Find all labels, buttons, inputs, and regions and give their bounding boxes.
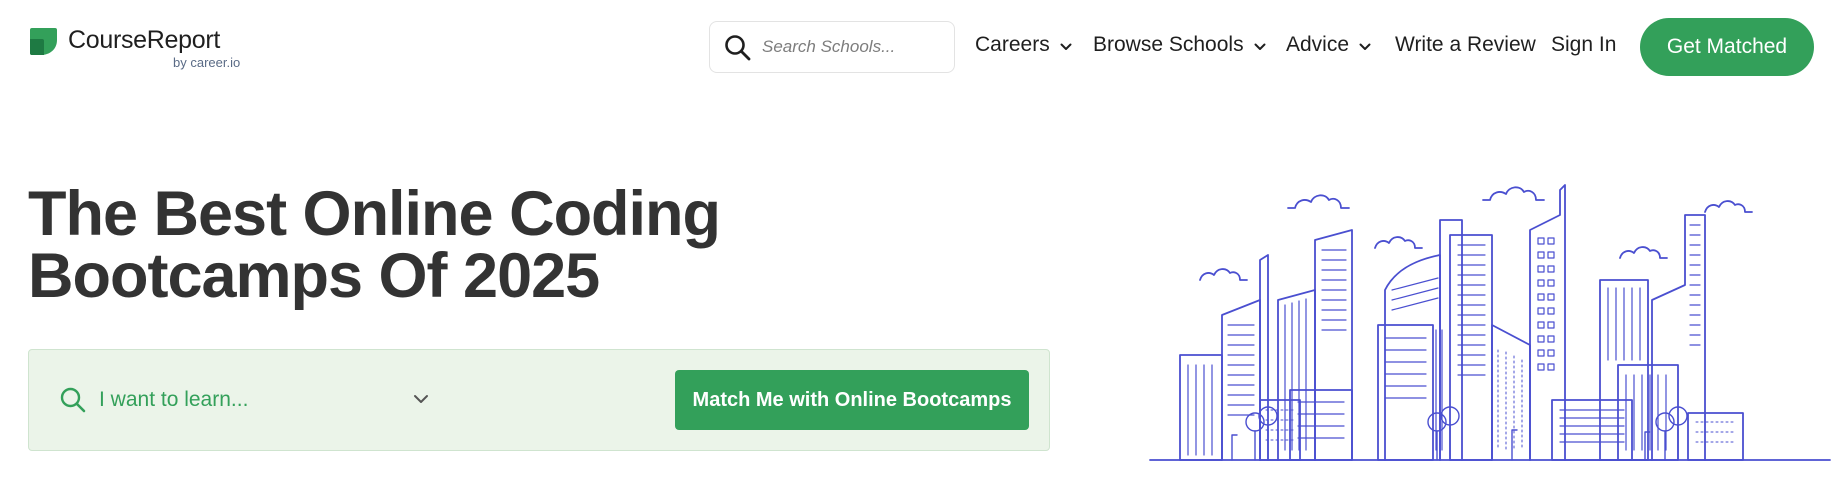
nav-write-review-label: Write a Review bbox=[1395, 33, 1536, 56]
nav-sign-in[interactable]: Sign In bbox=[1551, 33, 1616, 57]
chevron-down-icon bbox=[1359, 43, 1371, 50]
city-skyline-illustration bbox=[1149, 184, 1831, 461]
chevron-down-icon bbox=[1060, 43, 1072, 50]
logo-byline: by career.io bbox=[173, 55, 241, 70]
get-matched-button[interactable]: Get Matched bbox=[1640, 18, 1814, 76]
logo-wordmark: CourseReport bbox=[68, 26, 221, 54]
nav-browse-schools-label: Browse Schools bbox=[1093, 33, 1244, 56]
page-title: The Best Online Coding Bootcamps Of 2025 bbox=[28, 183, 748, 308]
match-online-bootcamps-button[interactable]: Match Me with Online Bootcamps bbox=[675, 370, 1029, 430]
search-icon bbox=[725, 35, 751, 61]
nav-browse-schools[interactable]: Browse Schools bbox=[1093, 33, 1266, 57]
learn-topic-select[interactable]: I want to learn... bbox=[59, 380, 439, 420]
nav-advice-label: Advice bbox=[1286, 33, 1350, 56]
site-header: CourseReport by career.io Careers Browse… bbox=[0, 0, 1845, 95]
chevron-down-icon bbox=[1254, 43, 1266, 50]
bootcamp-match-panel: I want to learn... Match Me with Online … bbox=[28, 349, 1050, 451]
nav-sign-in-label: Sign In bbox=[1551, 33, 1617, 56]
chevron-down-icon bbox=[414, 395, 428, 403]
search-input[interactable] bbox=[762, 32, 947, 62]
nav-careers[interactable]: Careers bbox=[975, 33, 1072, 57]
coursereport-logo[interactable]: CourseReport by career.io bbox=[28, 24, 258, 72]
nav-careers-label: Careers bbox=[975, 33, 1050, 56]
nav-write-review[interactable]: Write a Review bbox=[1395, 33, 1536, 57]
page-title-line-2: Bootcamps Of 2025 bbox=[28, 241, 600, 311]
search-icon bbox=[60, 387, 86, 413]
learn-topic-placeholder: I want to learn... bbox=[99, 388, 249, 411]
coursereport-leaf-logo-icon bbox=[30, 28, 57, 55]
school-search[interactable] bbox=[709, 21, 955, 73]
nav-advice[interactable]: Advice bbox=[1286, 33, 1371, 57]
page-title-line-1: The Best Online Coding bbox=[28, 179, 721, 249]
